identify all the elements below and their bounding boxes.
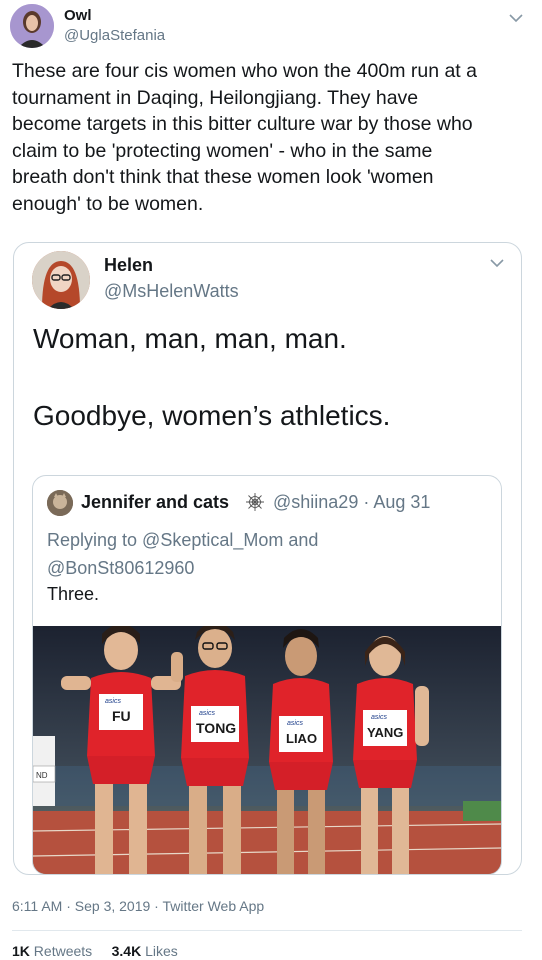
likes-label: Likes (145, 943, 178, 959)
quoted-author-handle[interactable]: @MsHelenWatts (104, 281, 239, 302)
bib-text-tong: TONG (196, 720, 236, 736)
replying-to: Replying to @Skeptical_Mom and @BonSt806… (47, 526, 318, 582)
retweets-count: 1K (12, 943, 30, 959)
replying-to-line[interactable]: @BonSt80612960 (47, 554, 318, 582)
avatar[interactable] (32, 251, 90, 309)
divider (12, 930, 522, 931)
tweet-header: Owl @UglaStefania (10, 4, 532, 52)
quoted-text-line: Goodbye, women’s athletics. (33, 400, 391, 431)
avatar[interactable] (10, 4, 54, 48)
tweet-timestamp[interactable]: 6:11 AM · Sep 3, 2019 · Twitter Web App (12, 898, 264, 914)
nested-author-handle[interactable]: @shiina29 · Aug 31 (273, 492, 430, 513)
author-handle[interactable]: @UglaStefania (64, 27, 165, 44)
nested-author-name[interactable]: Jennifer and cats (81, 492, 229, 513)
engagement-stats: 1K Retweets 3.4K Likes (12, 943, 178, 959)
spider-web-icon (246, 493, 264, 511)
quoted-tweet-card[interactable]: Helen @MsHelenWatts Woman, man, man, man… (13, 242, 522, 875)
author-name[interactable]: Owl (64, 7, 92, 24)
avatar[interactable] (47, 490, 73, 516)
svg-text:asics: asics (199, 710, 215, 717)
nested-quoted-tweet[interactable]: Jennifer and cats @shiina29 · Aug 31 Rep… (32, 475, 502, 875)
svg-text:asics: asics (105, 698, 121, 705)
retweets-label: Retweets (33, 943, 93, 959)
svg-text:asics: asics (287, 720, 303, 727)
tweet-text: These are four cis women who won the 400… (12, 60, 477, 215)
quoted-text-line: Woman, man, man, man. (33, 323, 347, 354)
likes-count: 3.4K (111, 943, 142, 959)
chevron-down-icon[interactable] (506, 8, 526, 28)
bib-text-fu: FU (112, 708, 131, 724)
nested-tweet-text: Three. (47, 584, 100, 604)
quoted-author-name[interactable]: Helen (104, 255, 153, 276)
bib-text-liao: LIAO (286, 731, 317, 746)
replying-to-line[interactable]: Replying to @Skeptical_Mom and (47, 526, 318, 554)
bib-text-yang: YANG (367, 725, 403, 740)
svg-text:asics: asics (371, 714, 387, 721)
retweets-stat[interactable]: 1K Retweets (12, 943, 92, 959)
likes-stat[interactable]: 3.4K Likes (112, 943, 178, 959)
side-bib-text: ND (36, 771, 48, 780)
chevron-down-icon[interactable] (487, 253, 507, 273)
athletes-photo[interactable]: ND asics FU asics TONG asics LIAO asics … (33, 626, 502, 875)
